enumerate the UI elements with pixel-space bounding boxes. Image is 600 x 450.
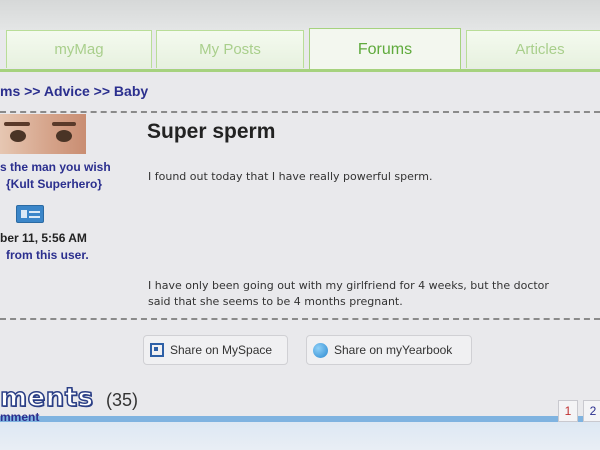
breadcrumb-advice[interactable]: Advice [44,83,90,99]
share-myspace-label: Share on MySpace [170,343,273,357]
tab-articles[interactable]: Articles [466,30,600,68]
tab-underline [0,69,600,72]
page-link-1[interactable]: 1 [558,400,578,422]
post-title: Super sperm [147,120,276,143]
post-top-divider [0,111,600,113]
profile-card-line [29,216,40,218]
avatar-eye [56,130,72,142]
user-rank: {Kult Superhero} [6,177,103,191]
post-body-line: I found out today that I have really pow… [148,170,433,183]
profile-card-icon[interactable] [16,205,44,223]
main-tabs: myMag My Posts Forums Articles [0,28,600,70]
post-body-line: said that she seems to be 4 months pregn… [148,295,403,308]
tab-forums[interactable]: Forums [309,28,461,70]
page-link-2[interactable]: 2 [583,400,600,422]
avatar[interactable] [0,114,86,154]
breadcrumb-baby[interactable]: Baby [114,83,148,99]
post-date: ber 11, 5:56 AM [0,231,87,245]
comments-heading: ments [0,382,94,414]
profile-card-photo [21,210,27,218]
myyearbook-icon [313,342,328,358]
profile-card-line [29,211,40,213]
post-body-line: I have only been going out with my girlf… [148,279,549,292]
breadcrumb-separator: >> [24,83,41,99]
share-myyearbook-label: Share on myYearbook [334,343,453,357]
myspace-icon [150,343,164,357]
more-from-user-link[interactable]: from this user. [6,248,89,262]
share-myspace-button[interactable]: Share on MySpace [143,335,288,365]
breadcrumb-separator: >> [93,83,111,99]
comments-band [0,422,600,450]
breadcrumb-forums[interactable]: ms [0,83,20,99]
avatar-eye [10,130,26,142]
comments-count: (35) [106,390,139,410]
post-bottom-divider [0,318,600,320]
breadcrumb: ms >> Advice >> Baby [0,83,148,99]
share-myyearbook-button[interactable]: Share on myYearbook [306,335,472,365]
user-tagline: s the man you wish [0,160,111,174]
add-comment-link[interactable]: mment [0,410,39,424]
avatar-brow [52,122,76,126]
avatar-brow [4,122,30,126]
tab-mymag[interactable]: myMag [6,30,152,68]
browser-top-strip [0,0,600,30]
tab-my-posts[interactable]: My Posts [156,30,304,68]
